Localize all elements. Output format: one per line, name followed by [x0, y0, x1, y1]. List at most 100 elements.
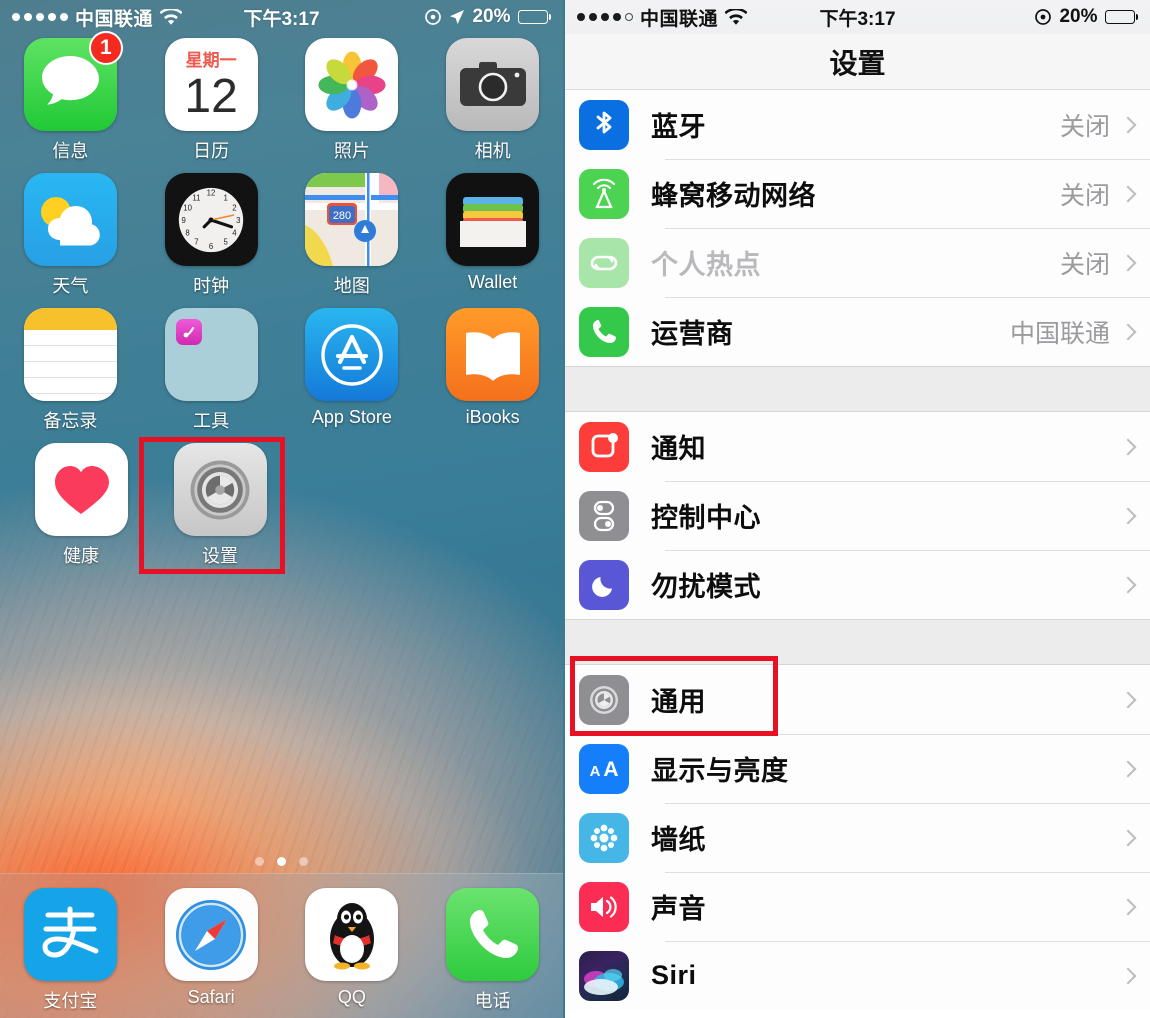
dock: 支付宝 Safari QQ 电话 [0, 873, 563, 1018]
calendar-day: 12 [184, 70, 238, 123]
battery-percent: 20% [472, 6, 511, 27]
notifications-icon [579, 421, 629, 472]
app-ibooks[interactable]: iBooks [434, 308, 552, 433]
wifi-icon [725, 8, 748, 26]
chevron-right-icon [1119, 254, 1137, 271]
app-calendar[interactable]: 星期一 12 日历 [152, 38, 270, 163]
iphone-home-screen: 中国联通 下午3:17 20% 1 信息 星期一 12 日历 照片 相机 天气 … [0, 0, 563, 1018]
settings-row-siri[interactable]: Siri [565, 941, 1150, 1010]
location-arrow-icon [449, 9, 465, 25]
clock-icon: 12 1 2 3 45 6 78 9 10 11 [164, 173, 258, 266]
app-health[interactable]: 健康 [22, 443, 140, 568]
row-label: 通用 [651, 687, 706, 717]
svg-text:3: 3 [236, 215, 240, 224]
svg-text:A: A [603, 758, 618, 781]
row-label: 蜂窝移动网络 [651, 181, 816, 211]
page-indicator-dots[interactable] [0, 857, 563, 866]
chevron-right-icon [1119, 829, 1137, 846]
camera-icon [446, 38, 540, 131]
chevron-right-icon [1119, 116, 1137, 133]
settings-status-bar: 中国联通 下午3:17 20% [565, 0, 1150, 34]
svg-text:4: 4 [232, 228, 237, 237]
qq-penguin-icon [305, 888, 399, 981]
dock-app-safari[interactable]: Safari [152, 888, 270, 1008]
app-photos[interactable]: 照片 [293, 38, 411, 163]
svg-text:A: A [590, 763, 601, 780]
chevron-right-icon [1119, 438, 1137, 455]
app-label: Wallet [467, 272, 518, 292]
carrier-name: 中国联通 [640, 8, 719, 30]
settings-gear-icon [173, 443, 267, 536]
app-row-2: 天气 12 1 2 345 678 9 10 11 时钟 280 地图 Wall… [0, 173, 563, 298]
chevron-right-icon [1119, 507, 1137, 524]
row-value: 中国联通 [1009, 319, 1110, 348]
svg-text:1: 1 [224, 193, 228, 202]
app-label: iBooks [465, 407, 520, 427]
row-label: Siri [651, 960, 697, 990]
settings-row-sounds[interactable]: 声音 [565, 872, 1150, 941]
svg-text:7: 7 [194, 237, 198, 246]
app-label: 备忘录 [43, 411, 98, 431]
weather-icon [23, 173, 117, 266]
maps-icon: 280 [305, 173, 399, 266]
signal-dots [577, 13, 633, 21]
calendar-icon: 星期一 12 [164, 38, 258, 131]
health-icon [34, 443, 128, 536]
settings-row-hotspot[interactable]: 个人热点 关闭 [565, 228, 1150, 297]
app-label: 信息 [52, 141, 89, 161]
settings-navbar: 设置 [565, 34, 1150, 90]
settings-row-cellular[interactable]: 蜂窝移动网络 关闭 [565, 159, 1150, 228]
settings-row-do-not-disturb[interactable]: 勿扰模式 [565, 550, 1150, 619]
wallpaper-icon [579, 812, 629, 863]
control-center-icon [579, 490, 629, 541]
app-clock[interactable]: 12 1 2 3 45 6 78 9 10 11 时钟 [152, 173, 270, 298]
app-notes[interactable]: 备忘录 [11, 308, 129, 433]
wallet-icon [446, 173, 540, 266]
app-appstore[interactable]: App Store [293, 308, 411, 433]
settings-row-wallpaper[interactable]: 墙纸 [565, 803, 1150, 872]
app-messages[interactable]: 1 信息 [11, 31, 129, 163]
settings-row-notifications[interactable]: 通知 [565, 412, 1150, 481]
phone-icon [446, 888, 540, 981]
app-label: 设置 [202, 546, 238, 566]
row-label: 声音 [651, 894, 706, 924]
settings-row-general[interactable]: 通用 [565, 665, 1150, 734]
app-folder-utilities[interactable]: 工具 [152, 308, 270, 433]
dock-app-qq[interactable]: QQ [293, 888, 411, 1008]
wifi-icon [160, 8, 183, 26]
app-label: 日历 [193, 141, 230, 161]
app-weather[interactable]: 天气 [11, 173, 129, 298]
settings-row-control-center[interactable]: 控制中心 [565, 481, 1150, 550]
app-wallet[interactable]: Wallet [434, 173, 552, 298]
app-camera[interactable]: 相机 [434, 38, 552, 163]
settings-row-bluetooth[interactable]: 蓝牙 关闭 [565, 90, 1150, 159]
settings-group-general: 通用 A A 显示与亮度 墙纸 声音 Siri [565, 665, 1150, 1010]
calendar-weekday: 星期一 [185, 51, 237, 70]
app-grid: 1 信息 星期一 12 日历 照片 相机 天气 12 1 2 3 4 5 6 7… [0, 31, 563, 568]
dock-app-phone[interactable]: 电话 [434, 888, 552, 1013]
battery-icon [1104, 10, 1138, 24]
app-label: 工具 [193, 411, 230, 431]
row-value: 关闭 [1059, 250, 1110, 279]
app-row-3: 备忘录 工具 App Store iBooks [0, 308, 563, 433]
carrier-name: 中国联通 [75, 8, 154, 30]
app-settings[interactable]: 设置 [161, 443, 279, 568]
app-label: 电话 [474, 991, 511, 1011]
app-label: QQ [337, 987, 366, 1007]
svg-text:2: 2 [232, 203, 236, 212]
row-value: 关闭 [1059, 112, 1110, 141]
dock-app-alipay[interactable]: 支付宝 [11, 888, 129, 1013]
settings-row-carrier[interactable]: 运营商 中国联通 [565, 297, 1150, 366]
svg-text:9: 9 [182, 215, 186, 224]
home-status-bar: 中国联通 下午3:17 20% [0, 0, 563, 34]
row-label: 个人热点 [651, 250, 761, 280]
sounds-icon [579, 881, 629, 932]
settings-group-notifications: 通知 控制中心 勿扰模式 [565, 412, 1150, 619]
status-left: 中国联通 [577, 4, 748, 31]
settings-row-display-brightness[interactable]: A A 显示与亮度 [565, 734, 1150, 803]
battery-percent: 20% [1059, 6, 1098, 27]
appstore-icon [305, 308, 399, 401]
messages-badge: 1 [88, 31, 123, 65]
app-maps[interactable]: 280 地图 [293, 173, 411, 298]
display-brightness-icon: A A [579, 743, 629, 794]
